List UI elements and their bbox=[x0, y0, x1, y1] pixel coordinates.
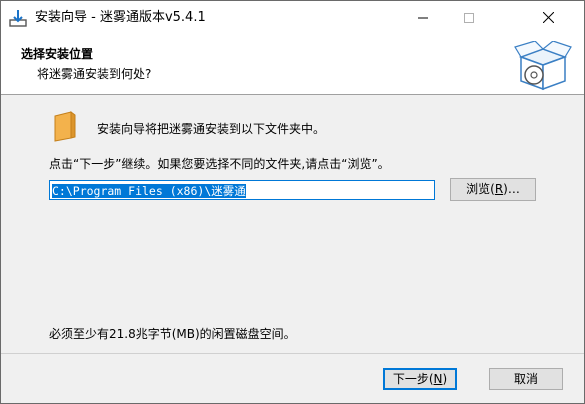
page-title: 选择安装位置 bbox=[21, 47, 94, 61]
browse-ellipsis: … bbox=[507, 182, 520, 196]
browse-label: 浏览 bbox=[466, 182, 491, 196]
maximize-button[interactable] bbox=[446, 1, 492, 34]
disk-space-text: 必须至少有21.8兆字节(MB)的闲置磁盘空间。 bbox=[49, 327, 296, 341]
maximize-icon bbox=[464, 12, 474, 23]
next-button[interactable]: 下一步(N) bbox=[383, 368, 457, 390]
cancel-button[interactable]: 取消 bbox=[489, 368, 563, 390]
close-icon bbox=[542, 12, 554, 23]
install-path-value: C:\Program Files (x86)\迷雾通 bbox=[52, 184, 246, 198]
browse-button[interactable]: 浏览(R)… bbox=[450, 178, 536, 201]
minimize-button[interactable] bbox=[400, 1, 446, 34]
package-box-icon bbox=[514, 41, 572, 91]
next-label: 下一步 bbox=[392, 372, 429, 386]
minimize-icon bbox=[418, 17, 428, 18]
browse-accelerator-key: R bbox=[494, 182, 504, 196]
install-path-input[interactable]: C:\Program Files (x86)\迷雾通 bbox=[49, 180, 435, 200]
wizard-header: 选择安装位置 将迷雾通安装到何处? bbox=[1, 34, 584, 95]
folder-icon bbox=[54, 111, 76, 142]
wizard-footer: 下一步(N) 取消 bbox=[1, 353, 584, 403]
close-button[interactable] bbox=[525, 1, 571, 34]
installer-download-icon bbox=[9, 10, 27, 27]
title-bar: 安装向导 - 迷雾通版本v5.4.1 bbox=[1, 1, 584, 34]
page-subtitle: 将迷雾通安装到何处? bbox=[37, 67, 152, 81]
instruction-text: 点击“下一步”继续。如果您要选择不同的文件夹,请点击“浏览”。 bbox=[49, 157, 390, 171]
install-intro-text: 安装向导将把迷雾通安装到以下文件夹中。 bbox=[97, 122, 326, 136]
window-title: 安装向导 - 迷雾通版本v5.4.1 bbox=[35, 10, 206, 25]
installer-window: 安装向导 - 迷雾通版本v5.4.1 选择安装位置 将迷雾通安装到何处? 安装向… bbox=[0, 0, 585, 404]
next-accelerator-key: N bbox=[433, 372, 443, 386]
